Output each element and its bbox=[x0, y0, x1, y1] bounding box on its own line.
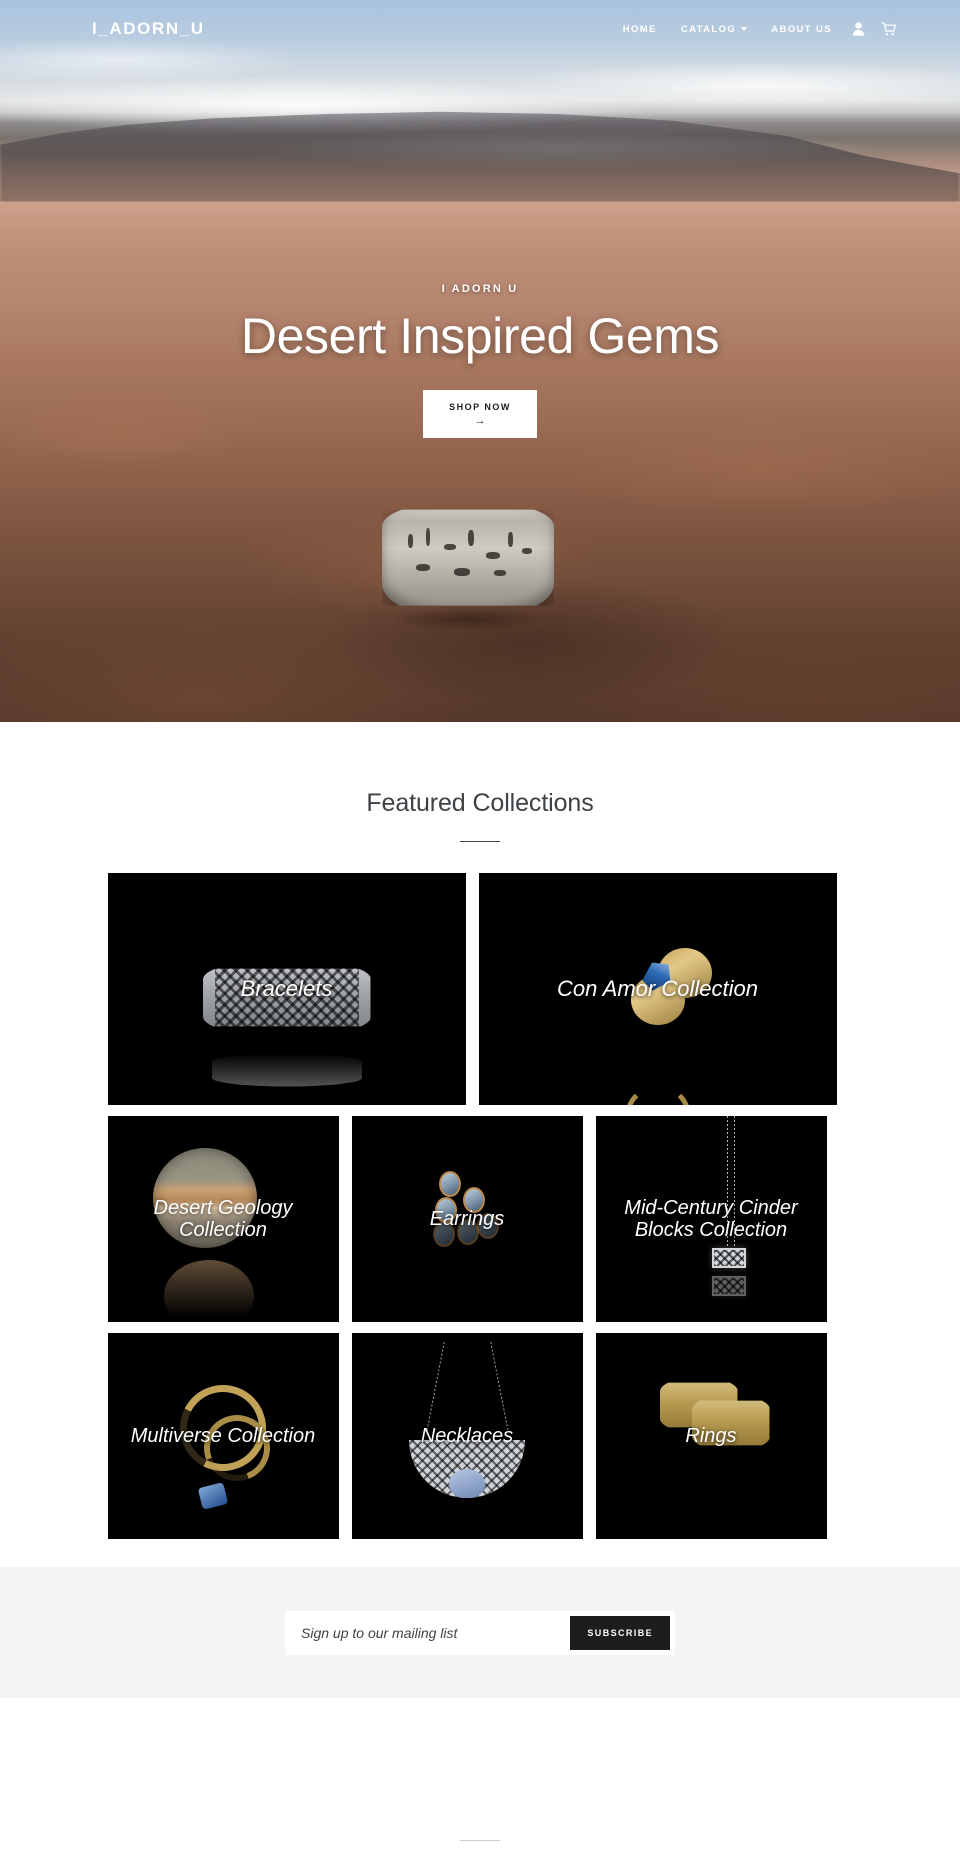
collection-tile-con-amor[interactable]: Con Amor Collection bbox=[478, 873, 837, 1105]
hero-eyebrow: I ADORN U bbox=[441, 283, 519, 295]
hero-banner: I_ADORN_U HOME CATALOG ABOUT US I ADORN … bbox=[0, 0, 960, 722]
chevron-down-icon bbox=[741, 26, 748, 31]
section-divider bbox=[460, 841, 500, 842]
nav-about-us-label: ABOUT US bbox=[771, 23, 832, 35]
featured-collections-section: Featured Collections Bracelets Con Amor … bbox=[0, 722, 960, 1539]
footer-divider bbox=[460, 1840, 500, 1841]
collection-tile-label: Earrings bbox=[429, 1208, 505, 1230]
shop-now-label: SHOP NOW bbox=[449, 401, 511, 412]
nav-home[interactable]: HOME bbox=[611, 24, 669, 35]
collection-tile-label: Con Amor Collection bbox=[557, 975, 758, 1001]
collection-tile-necklaces[interactable]: Necklaces bbox=[351, 1333, 583, 1539]
site-logo[interactable]: I_ADORN_U bbox=[92, 19, 205, 39]
section-title: Featured Collections bbox=[366, 789, 594, 817]
hero-title: Desert Inspired Gems bbox=[240, 308, 720, 364]
collection-tile-label: Mid-Century Cinder Blocks Collection bbox=[624, 1197, 798, 1241]
shop-now-button[interactable]: SHOP NOW → bbox=[423, 390, 537, 438]
collection-tile-rings[interactable]: Rings bbox=[595, 1333, 827, 1539]
collection-tile-earrings[interactable]: Earrings bbox=[351, 1116, 583, 1322]
nav-about-us[interactable]: ABOUT US bbox=[759, 24, 844, 35]
collection-tile-label: Multiverse Collection bbox=[130, 1425, 316, 1447]
collection-tile-label: Necklaces bbox=[420, 1425, 514, 1447]
collection-tile-desert-geology[interactable]: Desert Geology Collection bbox=[107, 1116, 339, 1322]
hero-content: I ADORN U Desert Inspired Gems SHOP NOW … bbox=[0, 0, 960, 722]
site-header: I_ADORN_U HOME CATALOG ABOUT US bbox=[0, 0, 960, 58]
account-link[interactable] bbox=[844, 22, 873, 36]
arrow-right-icon: → bbox=[474, 414, 486, 427]
collection-tile-multiverse[interactable]: Multiverse Collection bbox=[107, 1333, 339, 1539]
collection-tile-label: Desert Geology Collection bbox=[153, 1197, 293, 1241]
user-icon bbox=[852, 22, 865, 36]
collection-tile-label: Rings bbox=[685, 1425, 737, 1447]
newsletter-form: SUBSCRIBE bbox=[285, 1610, 675, 1655]
nav-catalog[interactable]: CATALOG bbox=[669, 24, 759, 35]
collections-grid: Bracelets Con Amor Collection Desert Geo… bbox=[107, 873, 853, 1539]
cart-link[interactable] bbox=[873, 22, 904, 36]
nav-home-label: HOME bbox=[622, 23, 657, 35]
site-footer bbox=[0, 1698, 960, 1875]
subscribe-button[interactable]: SUBSCRIBE bbox=[570, 1615, 670, 1650]
collection-tile-bracelets[interactable]: Bracelets bbox=[107, 873, 466, 1105]
newsletter-section: SUBSCRIBE bbox=[0, 1567, 960, 1698]
nav-catalog-label: CATALOG bbox=[680, 23, 737, 35]
newsletter-email-input[interactable] bbox=[290, 1615, 571, 1650]
main-navigation: HOME CATALOG ABOUT US bbox=[611, 22, 904, 36]
collection-tile-mid-century[interactable]: Mid-Century Cinder Blocks Collection bbox=[595, 1116, 827, 1322]
cart-icon bbox=[881, 22, 896, 36]
collection-tile-label: Bracelets bbox=[240, 975, 333, 1001]
